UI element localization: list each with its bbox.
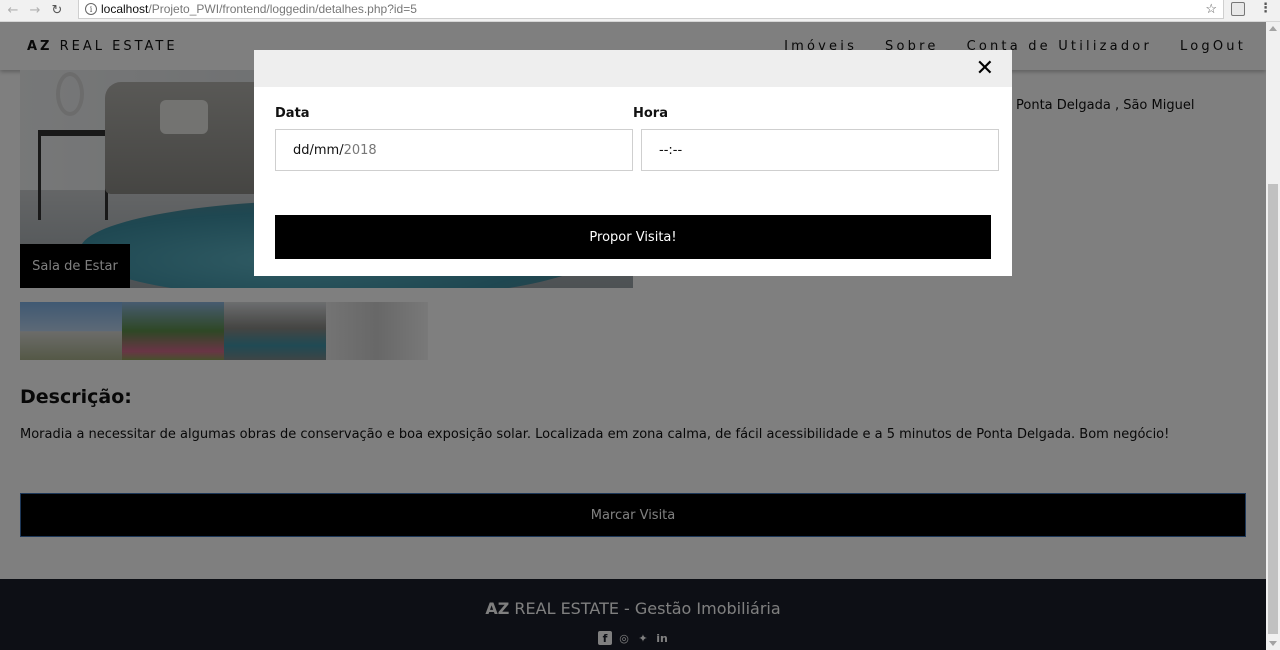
visit-modal: ✕ Data Hora dd/mm/2018 --:-- Propor Visi… xyxy=(254,50,1012,276)
browser-menu-icon[interactable]: ⋮ xyxy=(1259,1,1272,16)
scroll-down-icon[interactable] xyxy=(1269,641,1277,646)
page-viewport: AZ REAL ESTATE Imóveis Sobre Conta de Ut… xyxy=(0,22,1266,650)
date-input-year: 2018 xyxy=(343,142,377,158)
forward-icon[interactable]: → xyxy=(26,2,44,20)
date-input-mask: dd/mm/ xyxy=(293,142,344,158)
back-icon[interactable]: ← xyxy=(4,2,22,20)
extension-icon[interactable] xyxy=(1231,2,1245,16)
time-label: Hora xyxy=(633,106,668,121)
close-icon[interactable]: ✕ xyxy=(976,58,994,80)
date-input[interactable]: dd/mm/2018 xyxy=(275,129,633,171)
time-input-value: --:-- xyxy=(659,142,683,158)
url-path: /Projeto_PWI/frontend/loggedin/detalhes.… xyxy=(148,2,417,16)
info-icon[interactable]: i xyxy=(85,3,97,15)
bookmark-star-icon[interactable]: ☆ xyxy=(1205,1,1217,17)
scroll-up-icon[interactable] xyxy=(1269,26,1277,31)
date-label: Data xyxy=(275,106,310,121)
browser-toolbar: ← → ↻ i localhost/Projeto_PWI/frontend/l… xyxy=(0,0,1280,22)
modal-header: ✕ xyxy=(254,50,1012,87)
url-host: localhost xyxy=(101,2,149,16)
scrollbar-thumb[interactable] xyxy=(1268,184,1278,634)
time-input[interactable]: --:-- xyxy=(641,129,999,171)
page-scrollbar[interactable] xyxy=(1266,22,1280,650)
address-bar[interactable]: i localhost/Projeto_PWI/frontend/loggedi… xyxy=(78,0,1224,19)
reload-icon[interactable]: ↻ xyxy=(48,2,66,20)
propose-visit-button[interactable]: Propor Visita! xyxy=(275,215,991,259)
